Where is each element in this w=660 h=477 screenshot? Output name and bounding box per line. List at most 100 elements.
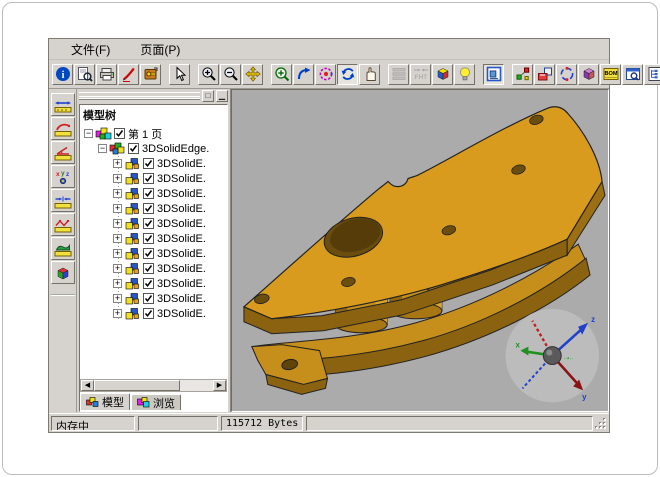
light-button[interactable] <box>454 64 475 85</box>
dim-angle-button[interactable] <box>51 141 75 164</box>
collapse-icon[interactable]: − <box>98 144 107 153</box>
tree-item-part[interactable]: + 3DSolidE. <box>80 261 227 276</box>
part-checkbox[interactable] <box>143 248 154 259</box>
assembly-label: 3DSolidEdge. <box>142 143 209 155</box>
tab-browse[interactable]: 浏览 <box>131 394 181 410</box>
part-label: 3DSolidE. <box>157 173 206 185</box>
dim-curve-button[interactable] <box>51 213 75 236</box>
part-checkbox[interactable] <box>143 278 154 289</box>
zoom-out-button[interactable] <box>220 64 241 85</box>
part-checkbox[interactable] <box>143 308 154 319</box>
tree-item-part[interactable]: + 3DSolidE. <box>80 276 227 291</box>
part-node-icon <box>124 202 141 215</box>
part-checkbox[interactable] <box>143 263 154 274</box>
part-node-icon <box>124 292 141 305</box>
expand-icon[interactable]: + <box>113 189 122 198</box>
collapse-icon[interactable]: − <box>84 129 93 138</box>
info-button[interactable]: i <box>52 64 73 85</box>
refresh-view-button[interactable] <box>337 64 358 85</box>
part-checkbox[interactable] <box>143 293 154 304</box>
part-label: 3DSolidE. <box>157 278 206 290</box>
panel-float-button[interactable]: □ <box>202 90 214 102</box>
menu-bar: 文件(F) 页面(P) <box>49 39 609 60</box>
part-checkbox[interactable] <box>143 188 154 199</box>
tree-item-page[interactable]: − 第 1 页 <box>80 126 227 141</box>
tree-item-part[interactable]: + 3DSolidE. <box>80 291 227 306</box>
zoom-window-button[interactable] <box>271 64 292 85</box>
layers-button[interactable] <box>388 64 409 85</box>
expand-icon[interactable]: + <box>113 264 122 273</box>
part-checkbox[interactable] <box>143 173 154 184</box>
tree-view-button[interactable] <box>644 64 660 85</box>
expand-icon[interactable]: + <box>113 219 122 228</box>
rotate-view-button[interactable] <box>293 64 314 85</box>
export-button[interactable] <box>140 64 161 85</box>
tree-horizontal-scrollbar[interactable]: ◀ ▶ <box>80 379 227 392</box>
render-mode-button[interactable] <box>432 64 453 85</box>
scroll-left-arrow[interactable]: ◀ <box>81 380 94 391</box>
frame-mode-button[interactable] <box>483 64 504 85</box>
tree-item-assembly[interactable]: − 3DSolidEdge. <box>80 141 227 156</box>
expand-icon[interactable]: + <box>113 279 122 288</box>
explode-button[interactable] <box>512 64 533 85</box>
tree-item-part[interactable]: + 3DSolidE. <box>80 231 227 246</box>
tree-item-part[interactable]: + 3DSolidE. <box>80 216 227 231</box>
part-checkbox[interactable] <box>143 158 154 169</box>
resize-grip[interactable] <box>595 416 607 430</box>
scroll-thumb[interactable] <box>94 380 180 391</box>
tree-item-part[interactable]: + 3DSolidE. <box>80 171 227 186</box>
report-window-icon <box>625 66 641 82</box>
expand-icon[interactable]: + <box>113 159 122 168</box>
section-button[interactable] <box>578 64 599 85</box>
orientation-widget[interactable]: z x y ··•·· <box>506 309 599 402</box>
menu-page[interactable]: 页面(P) <box>132 39 188 60</box>
dim-length-button[interactable] <box>51 93 75 116</box>
dim-coordinate-button[interactable]: xyz <box>51 165 75 188</box>
expand-icon[interactable]: + <box>113 174 122 183</box>
page-checkbox[interactable] <box>114 128 125 139</box>
expand-icon[interactable]: + <box>113 309 122 318</box>
tree-item-part[interactable]: + 3DSolidE. <box>80 306 227 321</box>
tree-item-part[interactable]: + 3DSolidE. <box>80 246 227 261</box>
redline-button[interactable] <box>118 64 139 85</box>
cursor-icon <box>172 66 188 82</box>
tab-model[interactable]: 模型 <box>80 393 130 410</box>
pan-button[interactable] <box>242 64 263 85</box>
print-button[interactable] <box>96 64 117 85</box>
hand-icon <box>362 66 378 82</box>
orbit-icon <box>318 66 334 82</box>
assembly-checkbox[interactable] <box>128 143 139 154</box>
dim-area-button[interactable] <box>51 237 75 260</box>
panel-hide-button[interactable]: ▁ <box>216 90 228 102</box>
lightbulb-icon <box>457 66 473 82</box>
animate-button[interactable] <box>556 64 577 85</box>
dim-distance-button[interactable] <box>51 189 75 212</box>
fit-width-button[interactable]: FHT <box>410 64 431 85</box>
hand-pan-button[interactable] <box>359 64 380 85</box>
expand-icon[interactable]: + <box>113 234 122 243</box>
expand-icon[interactable]: + <box>113 294 122 303</box>
panel-title: 模型树 <box>80 105 227 126</box>
select-button[interactable] <box>169 64 190 85</box>
part-checkbox[interactable] <box>143 218 154 229</box>
zoom-in-button[interactable] <box>198 64 219 85</box>
tree-item-part[interactable]: + 3DSolidE. <box>80 201 227 216</box>
part-checkbox[interactable] <box>143 203 154 214</box>
dim-angle-icon <box>54 145 72 161</box>
bom-button[interactable]: BOM <box>600 64 621 85</box>
dim-radius-button[interactable] <box>51 117 75 140</box>
expand-icon[interactable]: + <box>113 249 122 258</box>
expand-icon[interactable]: + <box>113 204 122 213</box>
tree-item-part[interactable]: + 3DSolidE. <box>80 156 227 171</box>
report-button[interactable] <box>622 64 643 85</box>
menu-file[interactable]: 文件(F) <box>63 39 118 60</box>
part-checkbox[interactable] <box>143 233 154 244</box>
panel-grip-bar[interactable]: □ ▁ <box>77 89 230 103</box>
dim-volume-button[interactable] <box>51 261 75 284</box>
tree-item-part[interactable]: + 3DSolidE. <box>80 186 227 201</box>
3d-viewport[interactable]: z x y ··•·· <box>231 89 609 412</box>
orbit-button[interactable] <box>315 64 336 85</box>
scroll-right-arrow[interactable]: ▶ <box>213 380 226 391</box>
print-preview-button[interactable] <box>74 64 95 85</box>
capture-button[interactable] <box>534 64 555 85</box>
